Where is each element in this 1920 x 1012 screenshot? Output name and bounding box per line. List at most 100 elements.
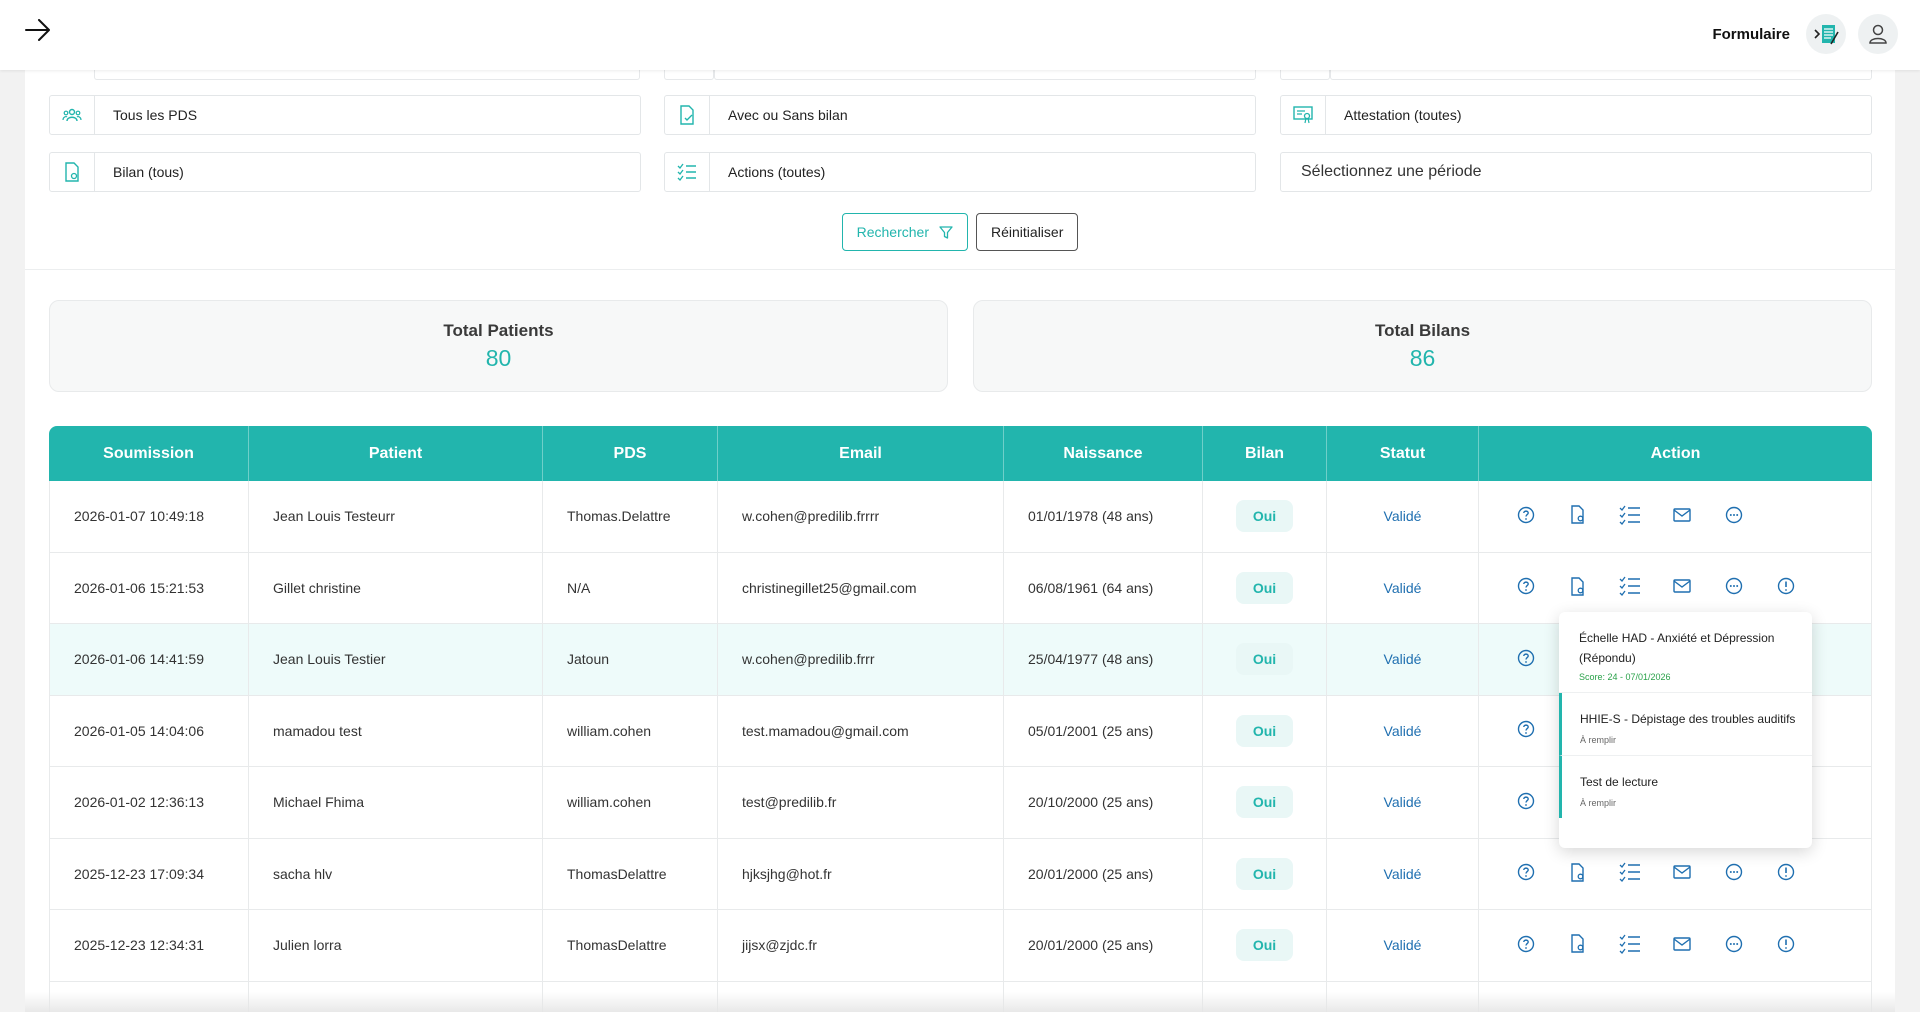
actions-checklist-button[interactable] [1619, 934, 1641, 956]
checklist-icon [1619, 576, 1641, 599]
filter-bilan[interactable]: Bilan (tous) [49, 152, 641, 192]
help-button[interactable] [1515, 863, 1537, 885]
popover-item-state: À remplir [1580, 735, 1617, 745]
bilan-document-button[interactable] [1567, 505, 1589, 527]
cell-bilan: Oui [1203, 838, 1327, 909]
col-naissance[interactable]: Naissance [1004, 426, 1203, 481]
stat-bilans-title: Total Bilans [1374, 320, 1471, 340]
section-divider [25, 269, 1895, 270]
cell-email: hjksjhg@hot.fr [718, 838, 1004, 909]
more-options-button[interactable] [1723, 934, 1745, 956]
help-icon [1517, 935, 1535, 956]
cell-birth: 25/04/1977 (48 ans) [1004, 624, 1203, 695]
col-pds[interactable]: PDS [543, 426, 718, 481]
col-patient[interactable]: Patient [249, 426, 543, 481]
mail-icon [1673, 579, 1691, 596]
cell-patient: Jean Louis Testeurr [249, 481, 543, 552]
table-row[interactable]: 2026-01-07 10:49:18 Jean Louis Testeurr Th… [49, 481, 1872, 553]
row-actions [1479, 576, 1797, 599]
mail-icon [1673, 937, 1691, 954]
info-button[interactable] [1775, 577, 1797, 599]
document-search-icon [1570, 577, 1586, 599]
send-email-button[interactable] [1671, 934, 1693, 956]
col-bilan[interactable]: Bilan [1203, 426, 1327, 481]
cell-email: test.mamadou@gmail.com [718, 695, 1004, 766]
bilan-document-button[interactable] [1567, 863, 1589, 885]
top-bar: Formulaire [0, 0, 1920, 70]
table-header: Soumission Patient PDS Email Naissance B… [49, 426, 1872, 481]
cell-birth: 20/01/2000 (25 ans) [1004, 910, 1203, 981]
cell-submission: 2025-12-23 17:09:34 [49, 838, 249, 909]
document-search-icon [1570, 934, 1586, 956]
bilan-document-button[interactable] [1567, 577, 1589, 599]
popover-item-had[interactable]: Échelle HAD - Anxiété et Dépression (Rép… [1559, 612, 1812, 693]
stat-patients-title: Total Patients [443, 320, 554, 340]
bilan-document-button[interactable] [1567, 934, 1589, 956]
cell-pds: Jatoun [543, 624, 718, 695]
help-button[interactable] [1515, 577, 1537, 599]
bilan-badge: Oui [1235, 500, 1294, 533]
help-button[interactable] [1515, 648, 1537, 670]
cell-birth: 05/01/2001 (25 ans) [1004, 695, 1203, 766]
info-button[interactable] [1775, 863, 1797, 885]
popover-item-lecture[interactable]: Test de lecture À remplir [1559, 756, 1812, 818]
cell-email: christinegillet25@gmail.com [718, 552, 1004, 623]
user-icon [1869, 24, 1887, 44]
cell-patient: Gillet christine [249, 552, 543, 623]
back-arrow-button[interactable] [22, 14, 54, 46]
table-row[interactable]: 2025-12-23 17:09:34 sacha hlv ThomasDelatt… [49, 838, 1872, 910]
help-button[interactable] [1515, 934, 1537, 956]
form-list-icon [1814, 25, 1839, 45]
mail-icon [1673, 865, 1691, 882]
cell-status: Validé [1327, 552, 1479, 623]
search-button[interactable]: Rechercher [841, 213, 968, 251]
bilan-badge: Oui [1235, 714, 1294, 747]
help-button[interactable] [1515, 505, 1537, 527]
col-statut[interactable]: Statut [1327, 426, 1479, 481]
reset-button[interactable]: Réinitialiser [976, 213, 1079, 251]
popover-item-hhie[interactable]: HHIE-S - Dépistage des troubles auditifs… [1559, 693, 1812, 756]
cell-patient: sacha hlv [249, 838, 543, 909]
cell-status: Validé [1327, 481, 1479, 552]
info-button[interactable] [1775, 934, 1797, 956]
stat-total-patients: Total Patients 80 [49, 300, 948, 392]
send-email-button[interactable] [1671, 863, 1693, 885]
cell-birth: 20/01/2000 (25 ans) [1004, 838, 1203, 909]
user-profile-button[interactable] [1858, 14, 1898, 54]
bilan-badge: Oui [1235, 929, 1294, 962]
row-actions [1479, 505, 1745, 527]
filter-attestation[interactable]: Attestation (toutes) [1280, 95, 1872, 135]
cell-bilan: Oui [1203, 695, 1327, 766]
help-icon [1517, 649, 1535, 670]
cell-status: Validé [1327, 767, 1479, 838]
help-button[interactable] [1515, 720, 1537, 742]
more-options-button[interactable] [1723, 505, 1745, 527]
cell-patient: Julien lorra [249, 910, 543, 981]
form-list-button[interactable] [1806, 14, 1846, 54]
actions-checklist-button[interactable] [1619, 576, 1641, 599]
checklist-icon [665, 153, 710, 191]
cell-pds: william.cohen [543, 695, 718, 766]
more-options-button[interactable] [1723, 863, 1745, 885]
table-row[interactable]: 2025-12-23 12:34:31 Julien lorra ThomasDel… [49, 910, 1872, 982]
cell-patient: Michael Fhima [249, 767, 543, 838]
status-label: Validé [1383, 722, 1422, 739]
cell-status: Validé [1327, 695, 1479, 766]
col-email[interactable]: Email [718, 426, 1004, 481]
filter-period[interactable]: Sélectionnez une période [1280, 152, 1872, 192]
more-options-button[interactable] [1723, 577, 1745, 599]
filter-actions[interactable]: Actions (toutes) [664, 152, 1256, 192]
cell-submission: 2026-01-07 10:49:18 [49, 481, 249, 552]
send-email-button[interactable] [1671, 505, 1693, 527]
popover-item-score: Score: 24 - 07/01/2026 [1579, 672, 1671, 682]
actions-checklist-button[interactable] [1619, 505, 1641, 527]
help-button[interactable] [1515, 791, 1537, 813]
filter-pds[interactable]: Tous les PDS [49, 95, 641, 135]
send-email-button[interactable] [1671, 577, 1693, 599]
col-soumission[interactable]: Soumission [49, 426, 249, 481]
filter-bilan-presence[interactable]: Avec ou Sans bilan [664, 95, 1256, 135]
actions-checklist-button[interactable] [1619, 862, 1641, 885]
page-title: Formulaire [1712, 25, 1790, 43]
help-icon [1517, 506, 1535, 527]
cell-pds: N/A [543, 552, 718, 623]
